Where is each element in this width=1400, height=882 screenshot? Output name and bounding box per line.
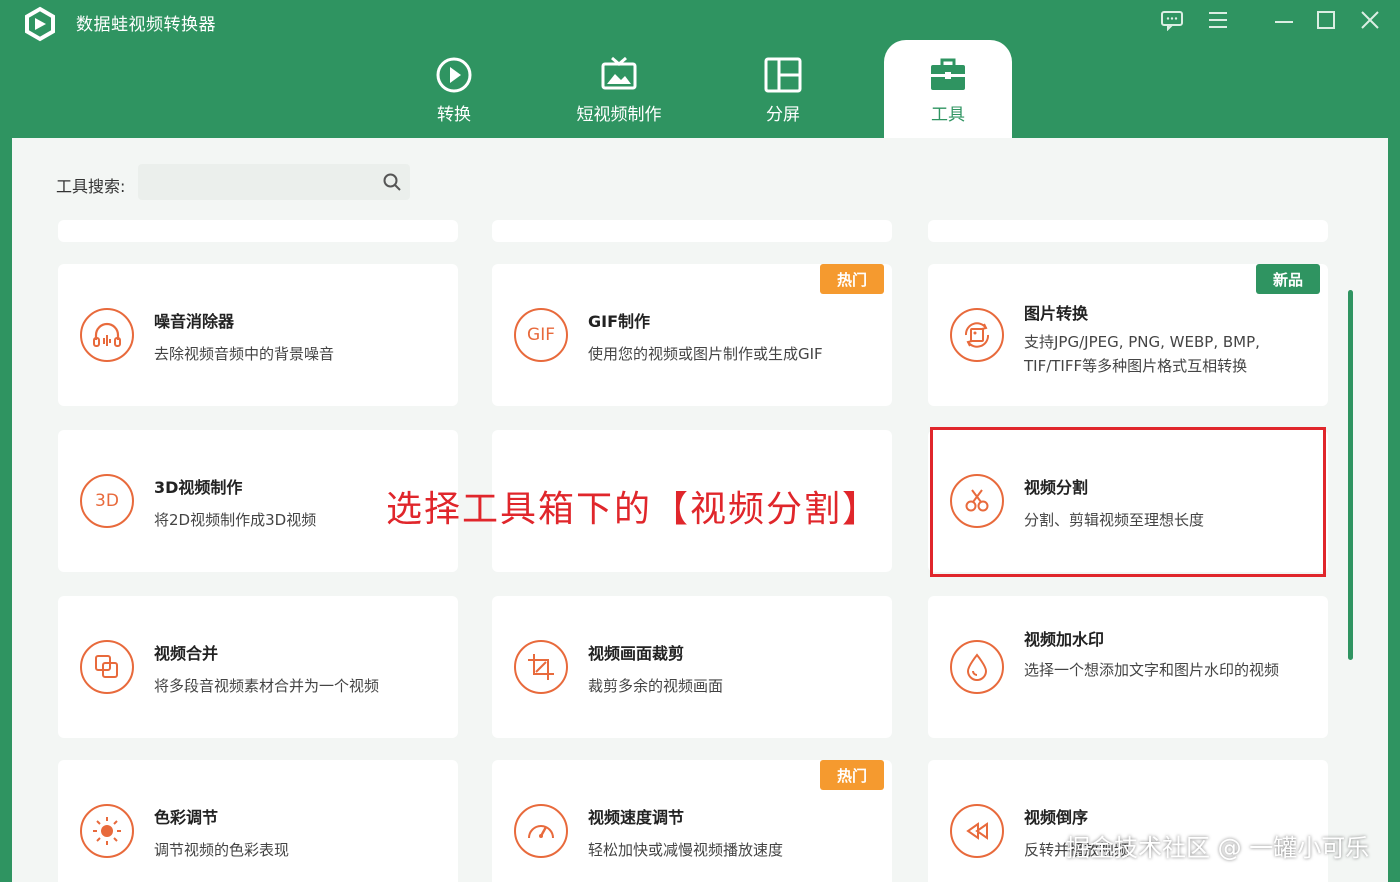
tool-desc: 支持JPG/JPEG, PNG, WEBP, BMP, TIF/TIFF等多种图… [1024, 333, 1260, 375]
watermark-text: 掘金技术社区 @ 一罐小可乐 [1066, 834, 1370, 862]
feedback-button[interactable] [1158, 6, 1186, 34]
tab-convert[interactable]: 转换 [390, 40, 518, 138]
tool-title: 图片转换 [1024, 304, 1089, 323]
app-logo-icon [25, 6, 55, 42]
scrollbar[interactable] [1348, 290, 1353, 660]
tool-card-video-speed[interactable]: 视频速度调节 轻松加快或减慢视频播放速度 热门 [492, 760, 892, 882]
tool-card-color-adjust[interactable]: 色彩调节 调节视频的色彩表现 [58, 760, 458, 882]
tool-card-partial [58, 220, 458, 242]
tab-short-video-label: 短视频制作 [576, 105, 662, 125]
menu-button[interactable] [1204, 6, 1232, 34]
search-icon[interactable] [382, 172, 402, 192]
tab-split-screen-label: 分屏 [766, 105, 800, 125]
tool-title: 噪音消除器 [154, 312, 235, 331]
hot-badge: 热门 [820, 760, 884, 790]
short-video-icon [601, 56, 637, 90]
tool-title: 视频倒序 [1024, 808, 1089, 827]
hot-badge: 热门 [820, 264, 884, 294]
gif-icon: GIF [514, 308, 568, 362]
search-input[interactable] [138, 164, 410, 200]
tool-card-partial [928, 220, 1328, 242]
tool-title: 视频速度调节 [588, 808, 685, 827]
split-screen-icon [764, 57, 802, 93]
toolbox-icon [931, 58, 965, 90]
maximize-button[interactable] [1312, 6, 1340, 34]
tool-title: 3D视频制作 [154, 478, 243, 497]
close-button[interactable] [1356, 6, 1384, 34]
image-convert-icon [950, 308, 1004, 362]
tool-desc: 轻松加快或减慢视频播放速度 [588, 841, 784, 859]
tool-title: 视频加水印 [1024, 630, 1105, 649]
rewind-icon [950, 804, 1004, 858]
tool-desc: 去除视频音频中的背景噪音 [154, 345, 335, 363]
tool-card-noise-remover[interactable]: 噪音消除器 去除视频音频中的背景噪音 [58, 264, 458, 406]
3d-icon: 3D [80, 474, 134, 528]
crop-icon [514, 640, 568, 694]
app-title: 数据蛙视频转换器 [76, 15, 216, 35]
tool-card-partial [492, 220, 892, 242]
chat-icon [1161, 11, 1183, 31]
tool-card-video-reverse[interactable]: 视频倒序 反转并播放视频 [928, 760, 1328, 882]
tool-desc: 选择一个想添加文字和图片水印的视频 [1024, 661, 1280, 679]
tab-convert-label: 转换 [437, 105, 471, 125]
tool-card-image-convert[interactable]: 图片转换 支持JPG/JPEG, PNG, WEBP, BMP, TIF/TIF… [928, 264, 1328, 406]
tool-card-video-crop[interactable]: 视频画面裁剪 裁剪多余的视频画面 [492, 596, 892, 738]
minimize-button[interactable] [1270, 6, 1298, 34]
tool-title: 视频画面裁剪 [588, 644, 685, 663]
search-label: 工具搜索: [56, 177, 126, 196]
close-icon [1361, 11, 1379, 29]
tool-title: 色彩调节 [154, 808, 219, 827]
tool-card-gif-maker[interactable]: GIF GIF制作 使用您的视频或图片制作或生成GIF 热门 [492, 264, 892, 406]
tool-desc: 将多段音视频素材合并为一个视频 [154, 677, 380, 695]
tool-title: GIF制作 [588, 312, 651, 331]
convert-icon [436, 57, 472, 93]
tool-desc: 调节视频的色彩表现 [154, 841, 290, 859]
tool-title: 视频合并 [154, 644, 219, 663]
merge-icon [80, 640, 134, 694]
maximize-icon [1317, 11, 1335, 29]
tools-panel: 工具搜索: 噪音消除器 去除视频音频中的背景噪音 GIF GIF制作 使用您的视… [12, 138, 1388, 882]
tab-tools[interactable]: 工具 [884, 40, 1012, 138]
highlight-box [930, 427, 1326, 577]
new-badge: 新品 [1256, 264, 1320, 294]
tool-card-video-watermark[interactable]: 视频加水印 选择一个想添加文字和图片水印的视频 [928, 596, 1328, 738]
minimize-icon [1275, 21, 1293, 23]
tool-desc: 使用您的视频或图片制作或生成GIF [588, 345, 823, 363]
watermark-drop-icon [950, 640, 1004, 694]
color-sun-icon [80, 804, 134, 858]
annotation-text: 选择工具箱下的【视频分割】 [386, 489, 881, 530]
tab-tools-label: 工具 [931, 105, 965, 125]
speedometer-icon [514, 804, 568, 858]
tab-short-video[interactable]: 短视频制作 [555, 40, 683, 138]
tool-desc: 裁剪多余的视频画面 [588, 677, 724, 695]
headphones-icon [80, 308, 134, 362]
tab-split-screen[interactable]: 分屏 [719, 40, 847, 138]
title-bar: 数据蛙视频转换器 转换 短视频制作 分屏 工具 [0, 0, 1400, 140]
menu-icon [1209, 12, 1227, 28]
tool-card-video-merge[interactable]: 视频合并 将多段音视频素材合并为一个视频 [58, 596, 458, 738]
